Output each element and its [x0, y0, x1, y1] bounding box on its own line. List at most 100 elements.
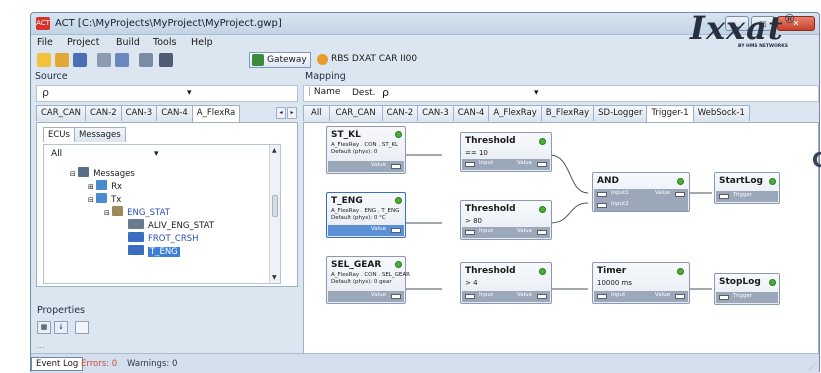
tab-can-2[interactable]: CAN-2	[381, 105, 419, 121]
tree-item-frot-crsh[interactable]: FROT_CRSH	[128, 232, 199, 244]
sort-az-icon[interactable]: ↓	[54, 321, 68, 334]
property-pages-icon[interactable]	[75, 321, 89, 334]
node-threshold-2[interactable]: Threshold > 80 Input Value	[460, 200, 552, 240]
menu-project[interactable]: Project	[67, 37, 100, 48]
io-port-bar[interactable]: Input Value	[462, 227, 550, 238]
port-connector-icon[interactable]	[597, 203, 607, 208]
new-icon[interactable]	[37, 53, 51, 67]
chevron-down-icon[interactable]: ▾	[187, 88, 192, 98]
save-icon[interactable]	[73, 53, 87, 67]
dest-sort-button[interactable]: Dest.	[352, 88, 376, 98]
tree-item-aliv-eng-stat[interactable]: ALIV_ENG_STAT	[128, 219, 214, 231]
tree-item-tx[interactable]: ⊟ Tx	[88, 193, 121, 205]
io-port-bar[interactable]: Input Value	[462, 159, 550, 170]
port-connector-icon[interactable]	[719, 295, 729, 300]
tab-a-flexray[interactable]: A_FlexRay	[488, 105, 542, 121]
search-icon[interactable]: ρ	[382, 86, 389, 99]
menu-help[interactable]: Help	[191, 37, 213, 48]
paste-icon[interactable]	[115, 53, 129, 67]
io-port-bar-2[interactable]: Input2	[594, 200, 688, 211]
open-icon[interactable]	[55, 53, 69, 67]
menu-build[interactable]: Build	[116, 37, 140, 48]
node-t-eng[interactable]: T_ENG A_FlexRay . ENG . T_ENG Default (ph…	[326, 192, 406, 238]
port-connector-icon[interactable]	[537, 230, 547, 235]
scroll-down-icon[interactable]: ▼	[272, 274, 277, 281]
tab-car-can[interactable]: CAR_CAN	[328, 105, 383, 121]
port-connector-icon[interactable]	[537, 294, 547, 299]
tree-item-rx[interactable]: ⊞ Rx	[88, 180, 122, 192]
io-port-bar[interactable]: Trigger	[716, 292, 778, 303]
node-sel-gear[interactable]: SEL_GEAR A_FlexRay . CON . SEL_GEAR Defau…	[326, 256, 410, 304]
port-connector-icon[interactable]	[391, 228, 401, 233]
output-port[interactable]: Value	[328, 291, 404, 302]
node-startlog[interactable]: StartLog Trigger	[714, 172, 780, 204]
layout-icon[interactable]	[159, 53, 173, 67]
categorized-icon[interactable]: ▦	[37, 321, 51, 334]
tab-scroll-left-icon[interactable]: ◂	[276, 107, 286, 119]
node-threshold-3[interactable]: Threshold > 4 Input Value	[460, 262, 552, 304]
port-connector-icon[interactable]	[719, 194, 729, 199]
tab-car-can[interactable]: CAR_CAN	[36, 105, 87, 121]
tab-trigger-1[interactable]: Trigger-1	[646, 105, 694, 122]
tab-can-2[interactable]: CAN-2	[85, 105, 122, 121]
tab-a-flexray[interactable]: A_FlexRa	[191, 105, 241, 122]
ecu-filter-select[interactable]: All	[51, 149, 62, 159]
port-connector-icon[interactable]	[675, 192, 685, 197]
output-port[interactable]: Value	[328, 161, 404, 172]
io-port-bar[interactable]: Trigger	[716, 191, 778, 202]
node-stoplog[interactable]: StopLog Trigger	[714, 273, 780, 305]
scroll-up-icon[interactable]: ▲	[272, 147, 277, 154]
tab-can-4[interactable]: CAN-4	[156, 105, 193, 121]
port-connector-icon[interactable]	[537, 162, 547, 167]
rbs-device[interactable]: RBS DXAT CAR II00	[317, 54, 417, 65]
tab-can-3[interactable]: CAN-3	[417, 105, 454, 121]
port-connector-icon[interactable]	[391, 164, 401, 169]
io-port-bar[interactable]: Input Value	[594, 291, 688, 302]
tab-b-flexray[interactable]: B_FlexRay	[540, 105, 595, 121]
node-threshold-1[interactable]: Threshold == 10 Input Value	[460, 132, 552, 172]
port-connector-icon[interactable]	[391, 294, 401, 299]
gateway-button[interactable]: Gateway	[249, 52, 311, 68]
tree-scrollbar[interactable]: ▲ ▼	[269, 145, 280, 283]
port-connector-icon[interactable]	[465, 230, 475, 235]
tab-messages[interactable]: Messages	[73, 127, 126, 142]
menu-file[interactable]: File	[37, 37, 53, 48]
tree-item-eng-stat[interactable]: ⊟ ENG_STAT	[104, 206, 170, 218]
cut-icon[interactable]	[97, 53, 111, 67]
port-connector-icon[interactable]	[465, 162, 475, 167]
port-connector-icon[interactable]	[597, 294, 607, 299]
window-icon[interactable]	[139, 53, 153, 67]
output-port[interactable]: Value	[328, 225, 404, 236]
tab-scroll-right-icon[interactable]: ▸	[287, 107, 297, 119]
port-connector-icon[interactable]	[465, 294, 475, 299]
tab-can-3[interactable]: CAN-3	[120, 105, 158, 121]
tab-websock-1[interactable]: WebSock-1	[692, 105, 750, 121]
mapping-canvas[interactable]: ST_KL A_FlexRay . CON . ST_KL Default (ph…	[303, 122, 819, 355]
io-port-bar[interactable]: Input Value	[462, 291, 550, 302]
port-connector-icon[interactable]	[675, 294, 685, 299]
mapping-search-row: | Name Dest. ρ ▾	[303, 85, 819, 102]
port-connector-icon[interactable]	[597, 192, 607, 197]
node-title: Threshold	[465, 136, 516, 146]
menu-tools[interactable]: Tools	[153, 37, 176, 48]
node-st-kl[interactable]: ST_KL A_FlexRay . CON . ST_KL Default (ph…	[326, 126, 406, 174]
tree-item-messages[interactable]: ⊟ Messages	[70, 167, 135, 179]
tab-can-4[interactable]: CAN-4	[452, 105, 490, 121]
tab-all[interactable]: All	[303, 105, 330, 121]
node-description: A_FlexRay . CON . SEL_GEAR Default (phys)…	[331, 272, 410, 285]
node-and[interactable]: AND Input1 Value Input2	[592, 172, 690, 212]
tab-sd-logger[interactable]: SD-Logger	[593, 105, 648, 121]
node-timer[interactable]: Timer 10000 ms Input Value	[592, 262, 690, 304]
event-log-tab[interactable]: Event Log	[31, 357, 84, 371]
node-title: Threshold	[465, 266, 516, 276]
resize-grip-icon[interactable]: ⋰	[809, 363, 816, 371]
tree-item-t-eng[interactable]: T_ENG	[128, 245, 180, 257]
name-sort-button[interactable]: | Name	[308, 87, 340, 97]
source-search-input[interactable]: ρ ▾	[36, 85, 298, 102]
io-port-bar[interactable]: Input1 Value	[594, 189, 688, 200]
chevron-down-icon[interactable]: ▾	[154, 149, 159, 159]
chevron-down-icon[interactable]: ▾	[534, 88, 539, 98]
tab-ecus[interactable]: ECUs	[43, 127, 75, 142]
scroll-thumb[interactable]	[272, 195, 278, 217]
node-title: ST_KL	[331, 130, 361, 140]
